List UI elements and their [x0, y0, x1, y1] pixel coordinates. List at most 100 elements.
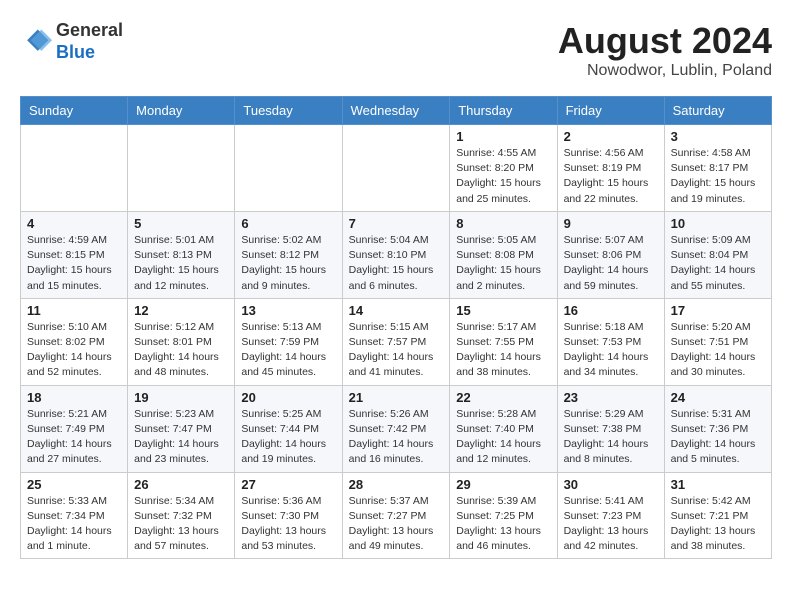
day-number: 15	[456, 303, 550, 318]
day-number: 25	[27, 477, 121, 492]
day-number: 6	[241, 216, 335, 231]
day-number: 22	[456, 390, 550, 405]
calendar-cell: 6Sunrise: 5:02 AM Sunset: 8:12 PM Daylig…	[235, 211, 342, 298]
day-info: Sunrise: 5:17 AM Sunset: 7:55 PM Dayligh…	[456, 320, 550, 381]
day-info: Sunrise: 5:01 AM Sunset: 8:13 PM Dayligh…	[134, 233, 228, 294]
day-number: 30	[564, 477, 658, 492]
calendar-cell: 17Sunrise: 5:20 AM Sunset: 7:51 PM Dayli…	[664, 298, 771, 385]
calendar-cell: 22 Sunrise: 5:28 AM Sunset: 7:40 PM Dayli…	[450, 385, 557, 472]
day-number: 5	[134, 216, 228, 231]
calendar-cell: 7 Sunrise: 5:04 AM Sunset: 8:10 PM Daylig…	[342, 211, 450, 298]
day-info: Sunrise: 5:28 AM Sunset: 7:40 PM Dayligh…	[456, 407, 550, 468]
day-number: 14	[349, 303, 444, 318]
day-info: Sunrise: 5:04 AM Sunset: 8:10 PM Dayligh…	[349, 233, 444, 294]
weekday-header-sunday: Sunday	[21, 97, 128, 125]
day-info: Sunrise: 5:41 AM Sunset: 7:23 PM Dayligh…	[564, 494, 658, 555]
day-info: Sunrise: 5:42 AM Sunset: 7:21 PM Dayligh…	[671, 494, 765, 555]
day-number: 23	[564, 390, 658, 405]
title-block: August 2024 Nowodwor, Lublin, Poland	[558, 20, 772, 80]
calendar-cell: 9 Sunrise: 5:07 AM Sunset: 8:06 PM Daylig…	[557, 211, 664, 298]
calendar-cell: 14 Sunrise: 5:15 AM Sunset: 7:57 PM Dayli…	[342, 298, 450, 385]
weekday-header-tuesday: Tuesday	[235, 97, 342, 125]
calendar-cell: 27 Sunrise: 5:36 AM Sunset: 7:30 PM Dayli…	[235, 472, 342, 559]
calendar-cell: 24 Sunrise: 5:31 AM Sunset: 7:36 PM Dayli…	[664, 385, 771, 472]
location: Nowodwor, Lublin, Poland	[558, 62, 772, 80]
day-info: Sunrise: 5:10 AM Sunset: 8:02 PM Dayligh…	[27, 320, 121, 381]
weekday-header-monday: Monday	[128, 97, 235, 125]
day-number: 29	[456, 477, 550, 492]
day-info: Sunrise: 5:25 AM Sunset: 7:44 PM Dayligh…	[241, 407, 335, 468]
calendar-cell: 8 Sunrise: 5:05 AM Sunset: 8:08 PM Daylig…	[450, 211, 557, 298]
calendar-cell: 23 Sunrise: 5:29 AM Sunset: 7:38 PM Dayli…	[557, 385, 664, 472]
calendar-cell	[235, 125, 342, 212]
calendar-cell: 1 Sunrise: 4:55 AM Sunset: 8:20 PM Daylig…	[450, 125, 557, 212]
calendar-cell: 18Sunrise: 5:21 AM Sunset: 7:49 PM Dayli…	[21, 385, 128, 472]
day-number: 2	[564, 129, 658, 144]
day-info: Sunrise: 5:37 AM Sunset: 7:27 PM Dayligh…	[349, 494, 444, 555]
logo-icon	[20, 26, 52, 58]
day-number: 19	[134, 390, 228, 405]
day-number: 20	[241, 390, 335, 405]
day-number: 8	[456, 216, 550, 231]
calendar-cell: 4Sunrise: 4:59 AM Sunset: 8:15 PM Daylig…	[21, 211, 128, 298]
calendar-cell	[342, 125, 450, 212]
day-number: 18	[27, 390, 121, 405]
day-info: Sunrise: 5:34 AM Sunset: 7:32 PM Dayligh…	[134, 494, 228, 555]
calendar-cell	[21, 125, 128, 212]
day-info: Sunrise: 5:15 AM Sunset: 7:57 PM Dayligh…	[349, 320, 444, 381]
calendar-week-row: 11 Sunrise: 5:10 AM Sunset: 8:02 PM Dayli…	[21, 298, 772, 385]
day-info: Sunrise: 4:59 AM Sunset: 8:15 PM Dayligh…	[27, 233, 121, 294]
calendar-cell: 28 Sunrise: 5:37 AM Sunset: 7:27 PM Dayli…	[342, 472, 450, 559]
day-number: 12	[134, 303, 228, 318]
day-number: 1	[456, 129, 550, 144]
calendar-cell: 20 Sunrise: 5:25 AM Sunset: 7:44 PM Dayli…	[235, 385, 342, 472]
day-number: 16	[564, 303, 658, 318]
calendar-cell: 12 Sunrise: 5:12 AM Sunset: 8:01 PM Dayli…	[128, 298, 235, 385]
day-number: 9	[564, 216, 658, 231]
calendar-table: SundayMondayTuesdayWednesdayThursdayFrid…	[20, 96, 772, 559]
day-info: Sunrise: 4:58 AM Sunset: 8:17 PM Dayligh…	[671, 146, 765, 207]
day-number: 13	[241, 303, 335, 318]
calendar-cell: 26 Sunrise: 5:34 AM Sunset: 7:32 PM Dayli…	[128, 472, 235, 559]
day-info: Sunrise: 5:05 AM Sunset: 8:08 PM Dayligh…	[456, 233, 550, 294]
calendar-cell: 31 Sunrise: 5:42 AM Sunset: 7:21 PM Dayli…	[664, 472, 771, 559]
day-info: Sunrise: 5:29 AM Sunset: 7:38 PM Dayligh…	[564, 407, 658, 468]
month-year: August 2024	[558, 20, 772, 62]
day-info: Sunrise: 5:13 AM Sunset: 7:59 PM Dayligh…	[241, 320, 335, 381]
logo: General Blue	[20, 20, 123, 63]
day-info: Sunrise: 5:07 AM Sunset: 8:06 PM Dayligh…	[564, 233, 658, 294]
weekday-header-thursday: Thursday	[450, 97, 557, 125]
weekday-header-saturday: Saturday	[664, 97, 771, 125]
day-number: 31	[671, 477, 765, 492]
day-info: Sunrise: 5:36 AM Sunset: 7:30 PM Dayligh…	[241, 494, 335, 555]
calendar-cell: 21Sunrise: 5:26 AM Sunset: 7:42 PM Dayli…	[342, 385, 450, 472]
calendar-cell: 16Sunrise: 5:18 AM Sunset: 7:53 PM Dayli…	[557, 298, 664, 385]
calendar-cell: 3 Sunrise: 4:58 AM Sunset: 8:17 PM Daylig…	[664, 125, 771, 212]
day-info: Sunrise: 5:31 AM Sunset: 7:36 PM Dayligh…	[671, 407, 765, 468]
weekday-header-friday: Friday	[557, 97, 664, 125]
day-number: 3	[671, 129, 765, 144]
calendar-cell: 13 Sunrise: 5:13 AM Sunset: 7:59 PM Dayli…	[235, 298, 342, 385]
calendar-cell: 2 Sunrise: 4:56 AM Sunset: 8:19 PM Daylig…	[557, 125, 664, 212]
day-info: Sunrise: 5:39 AM Sunset: 7:25 PM Dayligh…	[456, 494, 550, 555]
day-number: 27	[241, 477, 335, 492]
day-number: 7	[349, 216, 444, 231]
day-info: Sunrise: 4:56 AM Sunset: 8:19 PM Dayligh…	[564, 146, 658, 207]
day-number: 24	[671, 390, 765, 405]
calendar-cell: 29 Sunrise: 5:39 AM Sunset: 7:25 PM Dayli…	[450, 472, 557, 559]
calendar-week-row: 1 Sunrise: 4:55 AM Sunset: 8:20 PM Daylig…	[21, 125, 772, 212]
logo-text: General Blue	[56, 20, 123, 63]
day-info: Sunrise: 5:23 AM Sunset: 7:47 PM Dayligh…	[134, 407, 228, 468]
calendar-cell: 19 Sunrise: 5:23 AM Sunset: 7:47 PM Dayli…	[128, 385, 235, 472]
calendar-week-row: 4Sunrise: 4:59 AM Sunset: 8:15 PM Daylig…	[21, 211, 772, 298]
calendar-cell: 5 Sunrise: 5:01 AM Sunset: 8:13 PM Daylig…	[128, 211, 235, 298]
day-info: Sunrise: 4:55 AM Sunset: 8:20 PM Dayligh…	[456, 146, 550, 207]
weekday-header-row: SundayMondayTuesdayWednesdayThursdayFrid…	[21, 97, 772, 125]
day-number: 28	[349, 477, 444, 492]
calendar-cell	[128, 125, 235, 212]
calendar-cell: 11 Sunrise: 5:10 AM Sunset: 8:02 PM Dayli…	[21, 298, 128, 385]
calendar-week-row: 18Sunrise: 5:21 AM Sunset: 7:49 PM Dayli…	[21, 385, 772, 472]
day-number: 26	[134, 477, 228, 492]
day-number: 11	[27, 303, 121, 318]
day-info: Sunrise: 5:12 AM Sunset: 8:01 PM Dayligh…	[134, 320, 228, 381]
